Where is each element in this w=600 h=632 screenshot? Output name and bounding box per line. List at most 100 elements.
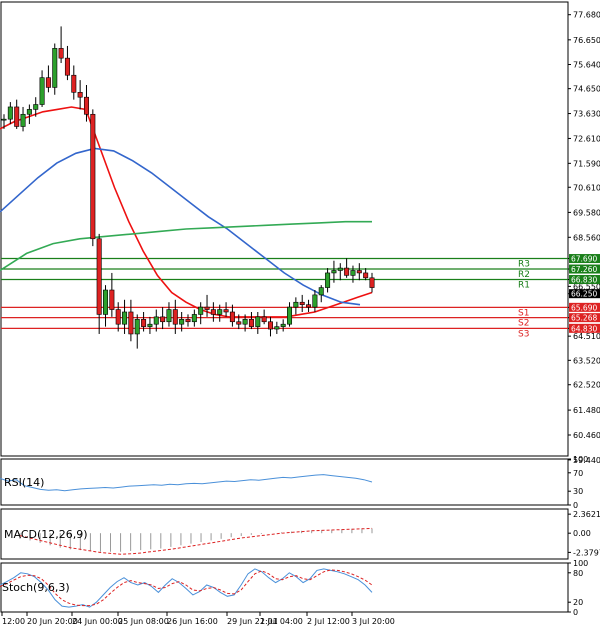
candle-up: [325, 272, 331, 288]
rsi-tick-label: 70: [573, 469, 583, 478]
candle-up: [52, 48, 58, 88]
time-tick-label: 12:00: [2, 617, 25, 626]
candle-up: [274, 326, 280, 330]
candle-up: [153, 316, 159, 325]
macd-tick-label: -2.3797: [573, 548, 600, 557]
price-tick-label: 76.650: [573, 36, 600, 45]
stoch-tick-label: 80: [573, 569, 583, 578]
level-tag-value: 66.830: [571, 276, 597, 285]
candle-up: [1, 118, 7, 121]
chart-canvas: 77.680 76.650 75.640 74.650 73.630 72.610 71.5…: [0, 0, 600, 628]
time-tick-label: 26 Jun 16:00: [167, 617, 218, 626]
stoch-tick-label: 0: [573, 608, 578, 617]
price-tick-label: 68.560: [573, 233, 600, 242]
candle-down: [369, 277, 375, 288]
price-tick-label: 77.680: [573, 11, 600, 20]
candle-down: [185, 319, 191, 323]
time-tick-label: 25 Jun 08:00: [118, 617, 169, 626]
candle-down: [77, 92, 83, 98]
stoch-tick-label: 20: [573, 598, 583, 607]
price-tick-label: 75.640: [573, 60, 600, 69]
price-tick-label: 74.650: [573, 85, 600, 94]
candle-up: [293, 301, 299, 308]
time-tick-label: 24 Jun 00:00: [72, 617, 123, 626]
candle-down: [96, 238, 102, 315]
price-tick-label: 63.520: [573, 356, 600, 365]
candle-down: [344, 267, 350, 276]
candle-down: [172, 309, 178, 325]
candle-up: [242, 319, 248, 325]
candle-up: [147, 323, 153, 327]
level-label-r3: R3: [518, 260, 530, 270]
candle-up: [350, 270, 356, 276]
price-tick-label: 73.630: [573, 110, 600, 119]
candle-down: [356, 270, 362, 274]
candle-up: [191, 314, 197, 323]
price-tick-label: 70.610: [573, 183, 600, 192]
level-tag-value: 65.690: [571, 303, 597, 312]
candle-up: [318, 287, 324, 296]
candle-up: [26, 109, 32, 115]
candle-up: [134, 319, 140, 335]
level-label-r1: R1: [518, 281, 530, 291]
current-price-value: 66.250: [571, 290, 597, 299]
candle-up: [20, 113, 26, 127]
stoch-label: Stoch(9,6,3): [2, 581, 70, 594]
level-tag-value: 67.690: [571, 255, 597, 264]
candle-down: [363, 272, 369, 279]
candle-down: [299, 301, 305, 305]
time-tick-label: 3 Jul 20:00: [352, 617, 395, 626]
price-tick-label: 62.520: [573, 381, 600, 390]
candle-up: [103, 289, 109, 315]
chart-root: 77.680 76.650 75.640 74.650 73.630 72.610 71.5…: [0, 0, 600, 628]
candle-down: [160, 316, 166, 323]
level-label-s1: S1: [518, 308, 529, 318]
rsi-label: RSI(14): [4, 476, 44, 489]
macd-tick-label: 0.00: [573, 529, 591, 538]
macd-label: MACD(12,26,9): [4, 528, 88, 541]
candle-up: [217, 309, 223, 315]
candle-down: [306, 304, 312, 308]
candle-up: [255, 316, 261, 327]
candle-down: [90, 113, 96, 240]
candle-down: [236, 321, 242, 325]
candle-down: [210, 309, 216, 315]
candle-up: [312, 294, 318, 308]
candle-down: [109, 289, 115, 310]
price-tick-label: 72.610: [573, 134, 600, 143]
stoch-tick-label: 100: [573, 559, 588, 568]
rsi-tick-label: 100: [573, 455, 588, 464]
time-tick-label: 20 Jun 20:00: [27, 617, 78, 626]
candle-up: [7, 106, 13, 120]
candle-down: [248, 319, 254, 327]
macd-tick-label: 2.3621: [573, 510, 600, 519]
candle-down: [229, 311, 235, 323]
candle-up: [122, 311, 128, 325]
candle-up: [337, 267, 343, 271]
price-tick-label: 64.510: [573, 332, 600, 341]
candle-down: [261, 316, 267, 323]
price-tick-label: 71.590: [573, 159, 600, 168]
candle-down: [58, 48, 64, 59]
time-tick-label: 1 Jul 04:00: [260, 617, 303, 626]
time-tick-label: 2 Jul 12:00: [307, 617, 350, 626]
candle-down: [71, 74, 77, 93]
price-tick-label: 61.480: [573, 406, 600, 415]
level-tag-value: 64.830: [571, 324, 597, 333]
candle-up: [198, 306, 204, 315]
price-tick-label: 69.580: [573, 208, 600, 217]
candle-up: [33, 104, 39, 110]
rsi-tick-label: 0: [573, 501, 578, 510]
candle-up: [280, 323, 286, 327]
candle-down: [64, 57, 70, 76]
candle-down: [83, 96, 89, 115]
candle-up: [331, 270, 337, 274]
candle-down: [128, 311, 134, 335]
level-label-s2: S2: [518, 319, 529, 329]
candle-down: [115, 309, 121, 325]
level-tag-value: 67.260: [571, 265, 597, 274]
candle-down: [45, 77, 51, 88]
level-label-s3: S3: [518, 329, 529, 339]
candle-up: [287, 306, 293, 325]
price-tick-label: 60.460: [573, 431, 600, 440]
